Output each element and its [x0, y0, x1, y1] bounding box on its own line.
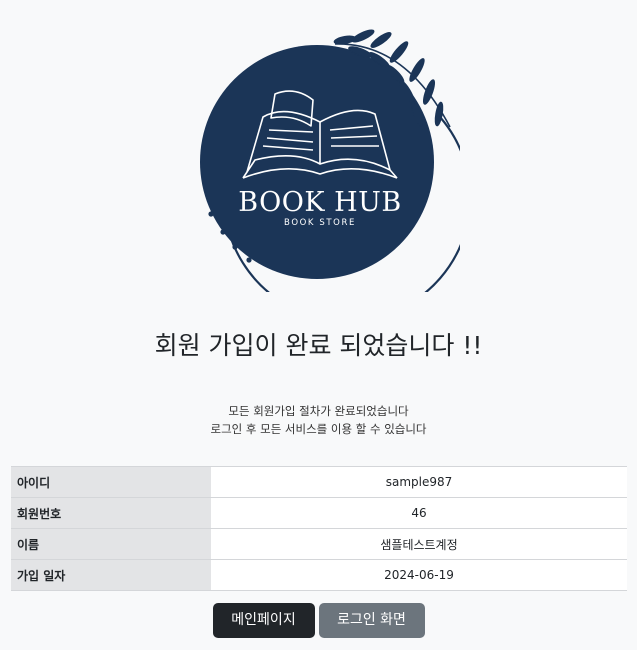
row-label-name: 이름 — [11, 528, 211, 560]
row-value-name: 샘플테스트계정 — [211, 528, 627, 560]
logo-brand-text: BOOK HUB — [238, 187, 402, 218]
row-label-member-number: 회원번호 — [11, 497, 211, 529]
completion-description: 모든 회원가입 절차가 완료되었습니다 로그인 후 모든 서비스를 이용 할 수… — [0, 402, 637, 438]
page-title: 회원 가입이 완료 되었습니다 !! — [154, 331, 483, 360]
description-line-1: 모든 회원가입 절차가 완료되었습니다 — [228, 404, 409, 418]
row-value-member-number: 46 — [211, 497, 627, 529]
member-info-table: 아이디 sample987 회원번호 46 이름 샘플테스트계정 가입 일자 2… — [11, 466, 627, 591]
logo-tagline-text: BOOK STORE — [284, 218, 356, 228]
row-value-join-date: 2024-06-19 — [211, 559, 627, 591]
table-row: 이름 샘플테스트계정 — [11, 528, 627, 560]
table-row: 아이디 sample987 — [11, 466, 627, 498]
table-row: 가입 일자 2024-06-19 — [11, 559, 627, 591]
row-value-user-id: sample987 — [211, 466, 627, 498]
main-page-button[interactable]: 메인페이지 — [212, 603, 315, 638]
table-row: 회원번호 46 — [11, 497, 627, 529]
login-screen-button[interactable]: 로그인 화면 — [318, 603, 425, 638]
row-label-join-date: 가입 일자 — [11, 559, 211, 591]
action-buttons: 메인페이지 로그인 화면 — [0, 603, 637, 638]
book-hub-logo: BOOK HUB BOOK STORE — [185, 22, 472, 322]
book-hub-logo-graphic: BOOK HUB BOOK STORE — [200, 29, 472, 322]
description-line-2: 로그인 후 모든 서비스를 이용 할 수 있습니다 — [210, 422, 427, 436]
row-label-user-id: 아이디 — [11, 466, 211, 498]
